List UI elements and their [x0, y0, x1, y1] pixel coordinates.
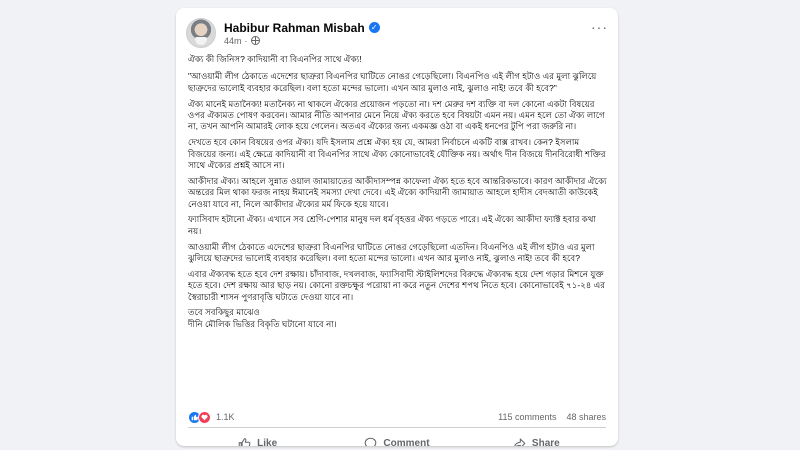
post-paragraph: আকীদার ঐক্য। আহলে সুন্নাত ওয়াল জামায়াত… [188, 175, 607, 209]
comment-icon [365, 437, 377, 446]
reactions-bar: 1.1K 115 comments 48 shares [188, 409, 606, 425]
engagement-counts: 115 comments 48 shares [498, 412, 606, 422]
share-label: Share [531, 437, 560, 447]
shares-count[interactable]: 48 shares [566, 412, 606, 422]
author-name[interactable]: Habibur Rahman Misbah [224, 21, 365, 35]
love-reaction-icon[interactable] [198, 410, 211, 424]
post-paragraph: ফ্যাসিবাদ হটানো ঐক্য। এখানে সব শ্রেণি-পে… [188, 214, 596, 236]
comments-count[interactable]: 115 comments [498, 412, 556, 422]
comment-label: Comment [383, 437, 430, 447]
post-paragraph: তবে সবকিছুর মাঝেও দীনি মৌলিক ভিত্তির বিক… [188, 307, 337, 329]
post-header: Habibur Rahman Misbah ✓ 44m · ··· [186, 15, 608, 51]
globe-icon [250, 36, 260, 45]
post-paragraph: ঐক্য মানেই মতানৈক্য! মতানৈক্য না থাকলে ঐ… [188, 98, 605, 132]
verified-badge-icon: ✓ [368, 22, 380, 33]
like-button[interactable]: Like [188, 429, 327, 446]
meta-separator: · [244, 35, 248, 46]
author-avatar[interactable] [186, 18, 216, 48]
post-actions: Like Comment Share [188, 429, 606, 446]
post-paragraph: আওয়ামী লীগ ঠেকাতে এদেশের ছাত্রুরা বিএনপ… [188, 241, 595, 264]
reaction-count[interactable]: 1.1K [216, 412, 235, 422]
post-body: ঐক্য কী জিনিস? কাদিয়ানী বা বিএনপির সাথে… [188, 54, 608, 335]
post-paragraph: এবার ঐক্যবদ্ধ হতে হবে দেশ রক্ষায়। চাঁদা… [188, 268, 606, 302]
like-label: Like [257, 437, 278, 447]
divider [188, 427, 606, 428]
post-timestamp[interactable]: 44m [224, 36, 242, 46]
post-paragraph: ঐক্য কী জিনিস? কাদিয়ানী বা বিএনপির সাথে… [188, 54, 362, 64]
thumbs-up-icon [238, 437, 251, 446]
comment-button[interactable]: Comment [327, 429, 466, 446]
more-options-icon[interactable]: ··· [591, 19, 608, 35]
post-paragraph: "আওয়ামী লীগ ঠেকাতে এদেশের ছাত্রুরা বিএন… [188, 71, 597, 93]
author-row: Habibur Rahman Misbah ✓ [224, 21, 380, 35]
post-card: Habibur Rahman Misbah ✓ 44m · ··· ঐক্য ক… [176, 8, 618, 446]
post-paragraph: দেখতে হবে কোন বিষয়ের ওপর ঐক্য। যদি ইসলা… [188, 137, 606, 171]
post-meta: 44m · [224, 36, 380, 46]
share-icon [513, 438, 526, 446]
author-block: Habibur Rahman Misbah ✓ 44m · [224, 21, 380, 46]
share-button[interactable]: Share [467, 429, 606, 446]
